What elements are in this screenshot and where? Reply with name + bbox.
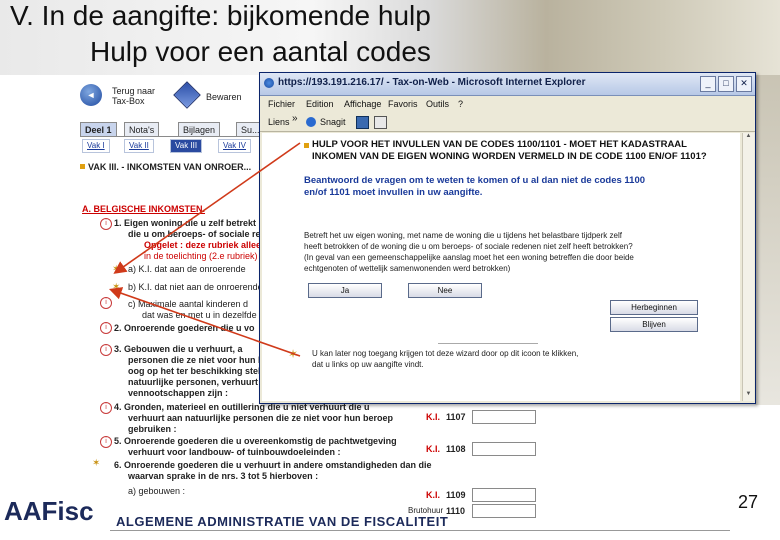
footer-divider bbox=[110, 530, 730, 531]
aafisc-logo: AAFisc bbox=[4, 496, 94, 526]
annotation-arrows bbox=[108, 142, 301, 357]
arrow-to-ki-b bbox=[108, 287, 301, 357]
footer-administration-name: ALGEMENE ADMINISTRATIE VAN DE FISCALITEI… bbox=[116, 514, 449, 529]
slide-page-number: 27 bbox=[738, 492, 759, 512]
arrow-to-ki-a bbox=[113, 142, 301, 274]
